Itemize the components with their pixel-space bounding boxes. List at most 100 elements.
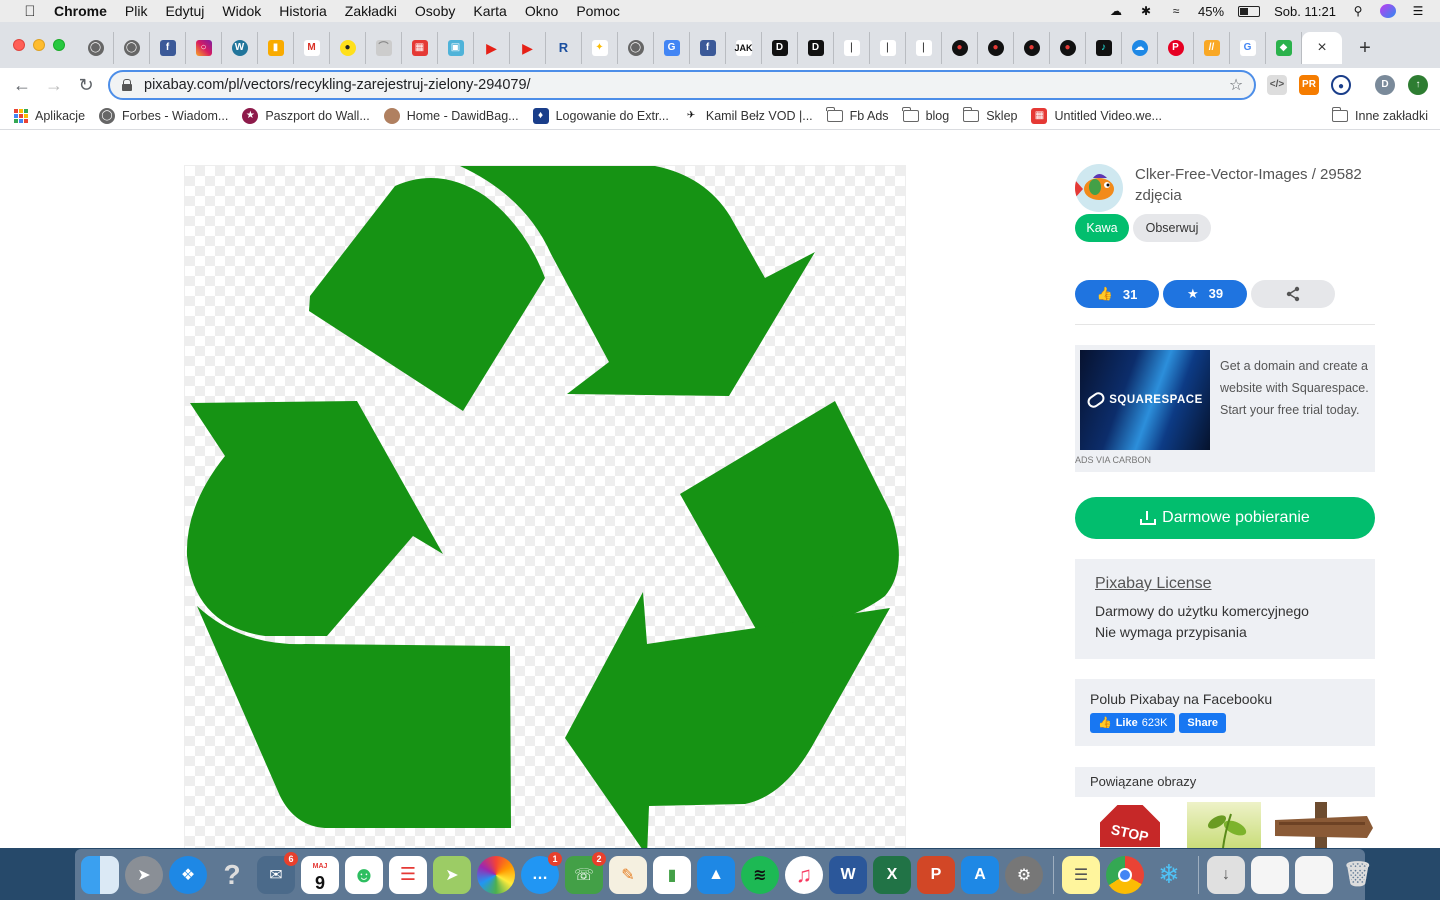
calendar-icon[interactable]: MAJ 9 (301, 855, 339, 894)
free-download-button[interactable]: Darmowe pobieranie (1075, 497, 1375, 539)
author-avatar[interactable] (1075, 164, 1123, 212)
tab[interactable]: M (294, 32, 330, 64)
bookmark-dawidbag[interactable]: Home - DawidBag... (383, 107, 519, 124)
close-window-button[interactable] (13, 39, 25, 51)
back-arrow-icon[interactable]: ← (10, 73, 34, 97)
tab[interactable]: ● (1014, 32, 1050, 64)
favorite-button[interactable]: ★ 39 (1163, 280, 1247, 308)
profile-avatar[interactable]: D (1375, 75, 1395, 95)
address-bar[interactable]: pixabay.com/pl/vectors/recykling-zarejes… (108, 70, 1256, 100)
tab[interactable]: D (762, 32, 798, 64)
window-preview-icon[interactable] (1295, 855, 1333, 894)
word-icon[interactable]: W (829, 855, 867, 894)
tab[interactable]: ❘ (834, 32, 870, 64)
battery-icon[interactable] (1238, 5, 1261, 17)
tab[interactable]: ▶ (510, 32, 546, 64)
tab[interactable]: ▶ (474, 32, 510, 64)
tab[interactable]: f (150, 32, 186, 64)
menu-tab[interactable]: Karta (473, 3, 506, 19)
license-link[interactable]: Pixabay License (1095, 575, 1355, 593)
tab[interactable]: ● (330, 32, 366, 64)
tab[interactable]: R (546, 32, 582, 64)
menu-view[interactable]: Widok (222, 3, 261, 19)
tab[interactable]: ☁ (1122, 32, 1158, 64)
bookmark-apps[interactable]: Aplikacje (14, 108, 85, 123)
menu-bookmarks[interactable]: Zakładki (345, 3, 397, 19)
tab[interactable]: ○ (186, 32, 222, 64)
recycling-symbol-image[interactable] (184, 165, 906, 848)
share-button[interactable] (1251, 280, 1335, 308)
tab[interactable]: W (222, 32, 258, 64)
coffee-button[interactable]: Kawa (1075, 214, 1129, 242)
tab[interactable]: ● (1050, 32, 1086, 64)
tab[interactable]: D (798, 32, 834, 64)
menu-people[interactable]: Osoby (415, 3, 455, 19)
photos-icon[interactable] (477, 855, 515, 894)
spotlight-search-icon[interactable]: ⚲ (1350, 4, 1366, 18)
ad-text[interactable]: Get a domain and create a website with S… (1220, 355, 1374, 421)
chrome-icon[interactable] (1106, 855, 1144, 894)
menu-history[interactable]: Historia (279, 3, 326, 19)
bookmark-folder-blog[interactable]: blog (902, 106, 949, 123)
mail-icon[interactable]: ✉ 6 (257, 851, 298, 894)
bookmark-folder-fb-ads[interactable]: Fb Ads (826, 106, 889, 123)
wifi-icon[interactable]: ≈ (1168, 4, 1184, 18)
messages-icon[interactable]: … 1 (521, 851, 562, 894)
app-store-icon[interactable]: A (961, 855, 999, 894)
menu-app-name[interactable]: Chrome (54, 3, 107, 19)
tab[interactable]: G (1230, 32, 1266, 64)
numbers-icon[interactable]: ▮ (653, 855, 691, 894)
follow-button[interactable]: Obserwuj (1133, 214, 1211, 242)
notes-icon[interactable]: ☰ (1062, 855, 1100, 894)
close-tab-icon[interactable]: × (1317, 39, 1326, 57)
bookmark-untitled-video[interactable]: ▦ Untitled Video.we... (1031, 107, 1162, 124)
bookmark-other-folder[interactable]: Inne zakładki (1331, 106, 1428, 123)
reload-icon[interactable]: ↻ (74, 73, 98, 97)
forward-arrow-icon[interactable]: → (42, 73, 66, 97)
author-name[interactable]: Clker-Free-Vector-Images / 29582 zdjęcia (1135, 164, 1385, 206)
bookmark-kamil-belz[interactable]: ✈ Kamil Bełz VOD |... (682, 107, 813, 124)
menu-file[interactable]: Plik (125, 3, 148, 19)
bluetooth-icon[interactable]: ✱ (1138, 4, 1154, 18)
tab[interactable]: ▮ (258, 32, 294, 64)
apple-menu-icon[interactable]:  (20, 3, 40, 20)
battery-percent[interactable]: 45% (1198, 4, 1224, 19)
music-icon[interactable]: ♫ (785, 855, 823, 894)
tab[interactable]: ✦ (582, 32, 618, 64)
facebook-like-button[interactable]: 👍 Like 623K (1090, 713, 1176, 733)
reminders-icon[interactable]: ☰ (389, 855, 427, 894)
notification-center-icon[interactable]: ☰ (1410, 4, 1426, 18)
tab[interactable]: ◯ (618, 32, 654, 64)
minimize-window-button[interactable] (33, 39, 45, 51)
excel-icon[interactable]: X (873, 855, 911, 894)
facetime-icon[interactable]: ☏ 2 (565, 851, 606, 894)
tab[interactable]: P (1158, 32, 1194, 64)
tab[interactable]: // (1194, 32, 1230, 64)
tab[interactable]: ❘ (906, 32, 942, 64)
tab[interactable]: ◆ (1266, 32, 1302, 64)
bookmark-star-icon[interactable]: ☆ (1226, 75, 1246, 95)
pages-icon[interactable]: ✎ (609, 855, 647, 894)
new-tab-button[interactable]: + (1350, 32, 1380, 64)
tab[interactable]: ❘ (870, 32, 906, 64)
tab-active-pixabay[interactable]: × (1302, 32, 1342, 64)
related-image-stop-sign[interactable]: STOP (1097, 802, 1163, 848)
launchpad-icon[interactable]: ➤ (125, 855, 163, 894)
system-preferences-icon[interactable]: ⚙ (1005, 855, 1043, 894)
tab[interactable]: ♪ (1086, 32, 1122, 64)
related-image-plant[interactable] (1187, 802, 1261, 848)
chrome-window-preview-icon[interactable] (1251, 855, 1289, 894)
siri-icon[interactable] (1380, 4, 1396, 18)
tab[interactable]: ● (942, 32, 978, 64)
keynote-icon[interactable]: ▲ (697, 855, 735, 894)
facebook-share-button[interactable]: Share (1179, 713, 1226, 733)
menu-window[interactable]: Okno (525, 3, 558, 19)
bookmark-extreme[interactable]: ♦ Logowanie do Extr... (532, 107, 669, 124)
maps-icon[interactable]: ➤ (433, 855, 471, 894)
tab[interactable]: ▣ (438, 32, 474, 64)
safari-icon[interactable]: ❖ (169, 855, 207, 894)
fullscreen-window-button[interactable] (53, 39, 65, 51)
tab[interactable]: ▦ (402, 32, 438, 64)
related-image-signpost[interactable] (1271, 802, 1375, 848)
tab[interactable]: f (690, 32, 726, 64)
